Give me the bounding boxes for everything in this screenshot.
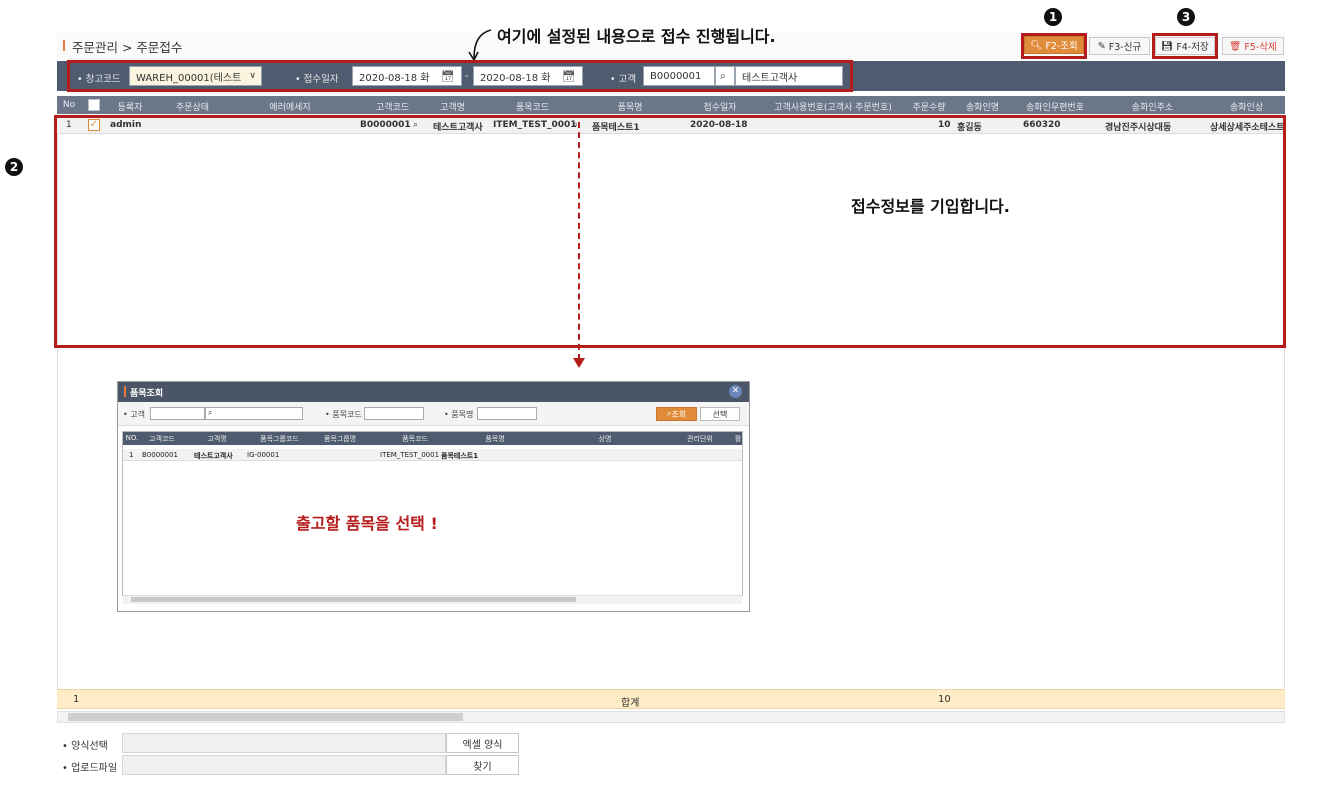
date-label: • 접수일자 (295, 74, 339, 85)
search-button[interactable]: 🔍︎ F2-조회 (1024, 36, 1084, 54)
date-from-input[interactable]: 2020-08-18 화 📅︎ (352, 66, 462, 86)
col-sender-addr: 송화인주소 (1131, 103, 1174, 113)
delete-button[interactable]: 🗑︎ F5-삭제 (1222, 37, 1284, 55)
warehouse-select[interactable]: WAREH_00001(테스트 ∨ (129, 66, 262, 86)
col-qty: 주문수량 (912, 103, 946, 113)
popup-col-group-name: 품목그룹명 (323, 435, 357, 443)
popup-customer-search-icon[interactable]: ⌕ (205, 407, 303, 420)
callout-3: 3 (1177, 6, 1195, 26)
col-customer-code: 고객코드 (375, 103, 410, 113)
trash-icon: 🗑︎ (1229, 40, 1242, 52)
popup-item-name-label: • 품목명 (444, 410, 474, 419)
col-item-name: 품목명 (617, 103, 643, 113)
new-button[interactable]: ✎ F3-신규 (1089, 37, 1150, 55)
popup-row-customer-name: 테스트고객사 (194, 452, 233, 460)
col-status: 주문상태 (175, 103, 210, 113)
upload-file-field[interactable] (122, 755, 446, 775)
popup-title: 품목조회 (130, 389, 164, 399)
popup-item-code-input[interactable] (364, 407, 424, 420)
excel-template-button[interactable]: 엑셀 양식 (446, 733, 519, 753)
popup-scroll-thumb[interactable] (131, 597, 576, 602)
dashed-connector (578, 122, 580, 360)
callout-2: 2 (5, 156, 23, 176)
scroll-thumb[interactable] (68, 713, 463, 721)
callout-1: 1 (1044, 6, 1062, 26)
col-sender-detail: 송화인상 (1230, 103, 1264, 113)
col-date: 접수일자 (703, 103, 737, 113)
popup-row-customer-code: B0000001 (142, 451, 178, 459)
totals-row (57, 689, 1285, 709)
mid-annotation: 접수정보를 기입합니다. (851, 197, 1010, 216)
popup-row-item-name: 품목테스트1 (441, 452, 479, 460)
chevron-down-icon: ∨ (249, 71, 256, 81)
form-select-label: • 양식선택 (62, 741, 108, 752)
popup-item-code-label: • 품목코드 (325, 410, 362, 419)
popup-col-unit: 관리단위 (687, 435, 713, 443)
popup-titlebar (118, 382, 749, 402)
breadcrumb-marker (63, 40, 65, 51)
popup-item-name-input[interactable] (477, 407, 537, 420)
popup-title-marker (124, 386, 126, 397)
date-separator: - (465, 71, 469, 82)
save-button[interactable]: 💾︎ F4-저장 (1155, 37, 1215, 55)
customer-search-icon[interactable]: ⌕ (715, 66, 735, 86)
find-file-button[interactable]: 찾기 (446, 755, 519, 775)
col-sender-zip: 송화인우편번호 (1026, 103, 1084, 113)
warehouse-label: • 창고코드 (77, 74, 121, 85)
popup-col-no: NO. (125, 434, 139, 442)
popup-customer-label: • 고객 (123, 410, 145, 419)
col-no: No (62, 100, 76, 110)
search-icon: 🔍︎ (1030, 39, 1043, 51)
col-item-code: 품목코드 (515, 103, 550, 113)
col-registrant: 등록자 (117, 103, 143, 113)
edit-icon: ✎ (1097, 40, 1106, 52)
popup-select-button[interactable]: 선택 (700, 407, 740, 421)
popup-row-group-code: IG-00001 (247, 451, 280, 459)
popup-col-spec: 상명 (598, 435, 612, 443)
date-to-input[interactable]: 2020-08-18 화 📅︎ (473, 66, 583, 86)
upload-file-label: • 업로드파일 (62, 763, 118, 774)
popup-col-group-code: 품목그룹코드 (260, 435, 299, 443)
grid-callout-box (54, 115, 1286, 348)
breadcrumb: 주문관리 > 주문접수 (72, 40, 183, 55)
customer-name-input[interactable]: 테스트고객사 (735, 66, 843, 86)
customer-label: • 고객 (610, 74, 637, 85)
customer-code-input[interactable]: B0000001 (643, 66, 715, 86)
totals-count: 1 (73, 694, 80, 705)
curve-arrow-icon (468, 29, 492, 62)
col-sender-name: 송화인명 (965, 103, 1000, 113)
popup-row-item-code: ITEM_TEST_0001 (380, 451, 440, 459)
popup-col-customer-name: 고객명 (207, 435, 227, 443)
popup-col-customer-code: 고객코드 (149, 435, 175, 443)
arrow-down-icon (573, 358, 585, 368)
form-select-field[interactable] (122, 733, 446, 753)
top-annotation: 여기에 설정된 내용으로 접수 진행됩니다. (497, 27, 776, 46)
col-customer-order-no: 고객사용번호(고객사 주문번호) (774, 103, 892, 113)
col-customer-name: 고객명 (440, 103, 465, 113)
calendar-icon[interactable]: 📅︎ (441, 70, 455, 83)
popup-row-no: 1 (129, 451, 134, 459)
select-all-checkbox[interactable] (88, 99, 100, 111)
totals-qty: 10 (938, 694, 951, 705)
popup-search-button[interactable]: ⌕ 조회 (656, 407, 697, 421)
popup-col-more: 활 (734, 435, 742, 443)
save-icon: 💾︎ (1161, 40, 1174, 52)
col-error: 에러메세지 (269, 103, 311, 113)
popup-customer-input[interactable] (150, 407, 205, 420)
totals-label: 합계 (621, 698, 640, 709)
close-icon[interactable]: ✕ (729, 385, 742, 398)
popup-col-item-name: 품목명 (485, 435, 505, 443)
calendar-icon[interactable]: 📅︎ (562, 70, 576, 83)
popup-annotation: 출고할 품목을 선택 ! (296, 514, 438, 533)
popup-col-item-code: 품목코드 (402, 435, 428, 443)
